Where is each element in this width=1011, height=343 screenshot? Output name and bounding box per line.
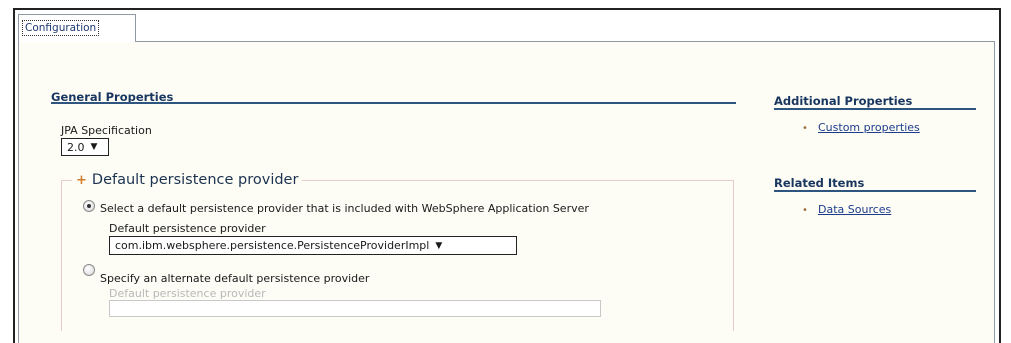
additional-properties-title: Additional Properties bbox=[774, 94, 913, 108]
tab-configuration[interactable]: Configuration bbox=[18, 14, 136, 42]
radio-included-provider-label: Select a default persistence provider th… bbox=[100, 202, 589, 215]
bullet-icon: • bbox=[802, 205, 808, 216]
dropdown-arrow-icon: ▼ bbox=[90, 142, 98, 152]
alternate-provider-field-label: Default persistence provider bbox=[109, 287, 266, 300]
dropdown-arrow-icon: ▼ bbox=[435, 240, 443, 251]
bullet-icon: • bbox=[802, 123, 808, 134]
general-properties-rule bbox=[51, 102, 736, 104]
radio-included-provider[interactable] bbox=[83, 200, 95, 212]
default-provider-legend-text: Default persistence provider bbox=[91, 172, 299, 188]
default-provider-legend: + Default persistence provider bbox=[72, 172, 303, 188]
expand-plus-icon[interactable]: + bbox=[76, 173, 87, 188]
included-provider-select[interactable]: com.ibm.websphere.persistence.Persistenc… bbox=[109, 236, 517, 255]
alternate-provider-input[interactable] bbox=[109, 300, 601, 317]
included-provider-value: com.ibm.websphere.persistence.Persistenc… bbox=[115, 239, 430, 252]
additional-properties-rule bbox=[774, 108, 976, 110]
included-provider-field-label: Default persistence provider bbox=[109, 222, 266, 235]
jpa-spec-value: 2.0 bbox=[67, 140, 85, 154]
tab-configuration-label: Configuration bbox=[22, 20, 100, 36]
related-items-rule bbox=[774, 190, 976, 192]
radio-alternate-provider[interactable] bbox=[83, 264, 95, 276]
related-items-title: Related Items bbox=[774, 176, 865, 190]
data-sources-link[interactable]: Data Sources bbox=[818, 203, 891, 216]
jpa-spec-label: JPA Specification bbox=[61, 124, 152, 137]
custom-properties-link[interactable]: Custom properties bbox=[818, 121, 920, 134]
jpa-spec-select[interactable]: 2.0 ▼ bbox=[61, 138, 109, 156]
radio-alternate-provider-label: Specify an alternate default persistence… bbox=[100, 272, 370, 285]
